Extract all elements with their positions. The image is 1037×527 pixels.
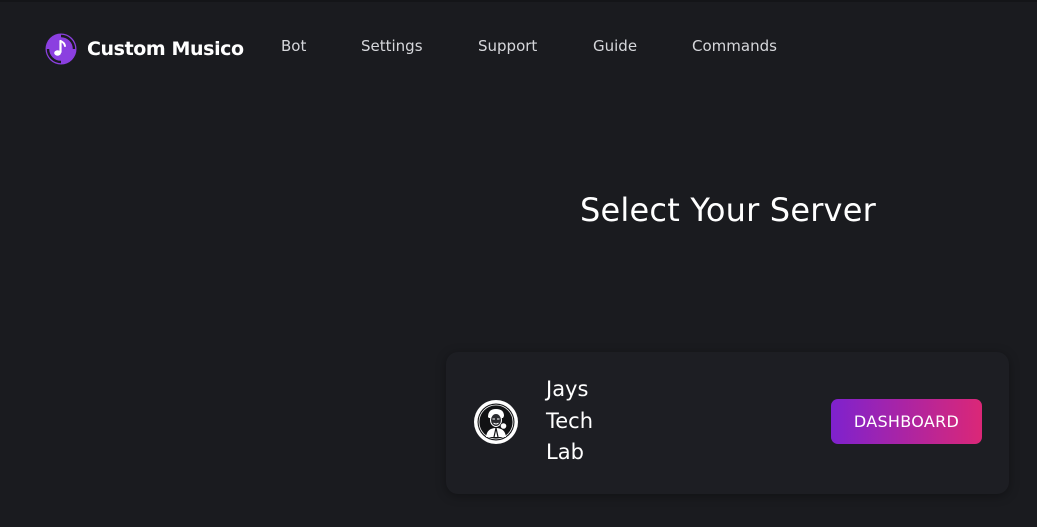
brand-home-link[interactable]: Custom Musico (44, 32, 244, 66)
nav-link-settings[interactable]: Settings (361, 37, 423, 55)
nav-link-support[interactable]: Support (478, 37, 537, 55)
server-avatar-icon (474, 400, 518, 444)
brand-name: Custom Musico (87, 38, 244, 60)
page-title: Select Your Server (580, 191, 876, 229)
server-name: Jays Tech Lab (546, 377, 594, 464)
music-note-icon (45, 33, 77, 65)
server-card: Jays Tech Lab DASHBOARD (446, 352, 1009, 494)
nav-link-commands[interactable]: Commands (692, 37, 777, 55)
dashboard-button[interactable]: DASHBOARD (831, 399, 982, 444)
nav-link-bot[interactable]: Bot (281, 37, 306, 55)
nav-link-guide[interactable]: Guide (593, 37, 637, 55)
navbar: Custom Musico Bot Settings Support Guide… (0, 0, 1037, 96)
